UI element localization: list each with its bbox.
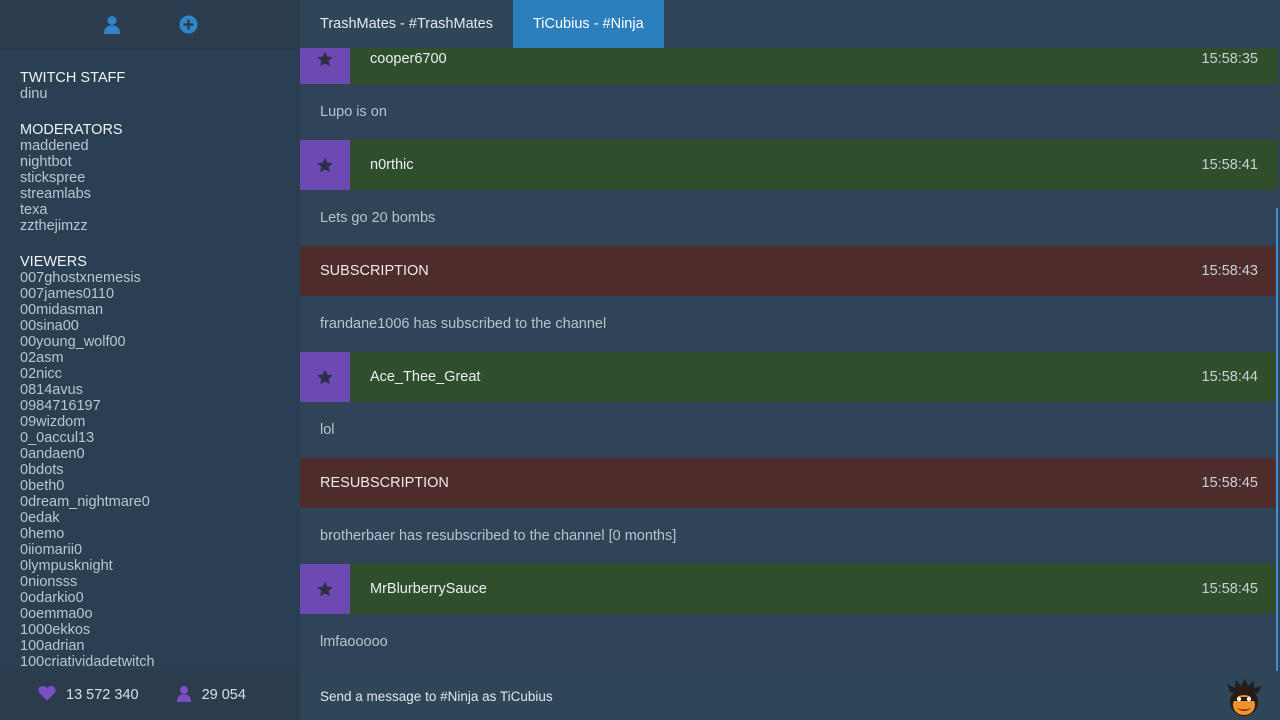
- resubscription-event-header: RESUBSCRIPTION 15:58:45: [300, 458, 1278, 508]
- user-list-item[interactable]: 0dream_nightmare0: [20, 494, 300, 510]
- message-time: 15:58:45: [1201, 581, 1258, 597]
- avatar[interactable]: [1224, 678, 1264, 718]
- user-list-item[interactable]: 0andaen0: [20, 446, 300, 462]
- sidebar-toolbar: [0, 0, 300, 50]
- user-list-item[interactable]: texa: [20, 202, 300, 218]
- message-username[interactable]: Ace_Thee_Great: [370, 369, 1202, 385]
- user-list-item[interactable]: 100adrian: [20, 638, 300, 654]
- message-time: 15:58:35: [1201, 51, 1258, 67]
- chat-message-header: Ace_Thee_Great 15:58:44: [300, 352, 1278, 402]
- tab-ninja[interactable]: TiCubius - #Ninja: [512, 0, 664, 48]
- user-list-item[interactable]: 0beth0: [20, 478, 300, 494]
- star-icon[interactable]: [300, 564, 350, 614]
- message-text: lol: [320, 422, 335, 438]
- user-list-item[interactable]: 00young_wolf00: [20, 334, 300, 350]
- user-list-item[interactable]: 0iiomarii0: [20, 542, 300, 558]
- message-input[interactable]: [320, 688, 1224, 704]
- star-icon[interactable]: [300, 48, 350, 84]
- scrollbar[interactable]: [1276, 208, 1278, 671]
- followers-count: 13 572 340: [66, 687, 139, 703]
- star-icon[interactable]: [300, 140, 350, 190]
- followers-stat: 13 572 340: [38, 685, 139, 705]
- message-username[interactable]: cooper6700: [370, 51, 1202, 67]
- group-title: VIEWERS: [20, 254, 87, 270]
- tab-trashmates[interactable]: TrashMates - #TrashMates: [300, 0, 513, 48]
- chat-message-header: cooper6700 15:58:35: [300, 48, 1278, 84]
- user-list-item[interactable]: 0bdots: [20, 462, 300, 478]
- group-moderators: MODERATORS maddened nightbot stickspree …: [20, 122, 300, 234]
- group-title: MODERATORS: [20, 122, 123, 138]
- group-title: TWITCH STAFF: [20, 70, 126, 86]
- event-title: SUBSCRIPTION: [320, 263, 429, 279]
- user-list-item[interactable]: 00midasman: [20, 302, 300, 318]
- user-icon[interactable]: [102, 15, 121, 34]
- viewers-count: 29 054: [201, 687, 246, 703]
- user-list-item[interactable]: 0hemo: [20, 526, 300, 542]
- message-text: Lets go 20 bombs: [320, 210, 436, 226]
- viewer-icon: [176, 685, 192, 706]
- user-list-item[interactable]: 1000ekkos: [20, 622, 300, 638]
- user-list-item[interactable]: 0oemma0o: [20, 606, 300, 622]
- user-list-item[interactable]: dinu: [20, 86, 300, 102]
- chat-message-header: MrBlurberrySauce 15:58:45: [300, 564, 1278, 614]
- user-list-item[interactable]: nightbot: [20, 154, 300, 170]
- add-circle-icon[interactable]: [179, 15, 198, 34]
- chat-message-header: n0rthic 15:58:41: [300, 140, 1278, 190]
- user-list-item[interactable]: 0edak: [20, 510, 300, 526]
- chat-messages[interactable]: cooper6700 15:58:35 Lupo is on n0rthic 1…: [300, 48, 1278, 671]
- user-list-item[interactable]: 0odarkio0: [20, 590, 300, 606]
- group-viewers: VIEWERS 007ghostxnemesis 007james0110 00…: [20, 254, 300, 670]
- message-time: 15:58:41: [1201, 157, 1258, 173]
- message-text: Lupo is on: [320, 104, 387, 120]
- user-list-item[interactable]: 0_0accul13: [20, 430, 300, 446]
- message-time: 15:58:43: [1201, 263, 1258, 279]
- event-text: frandane1006 has subscribed to the chann…: [320, 316, 607, 332]
- user-list-item[interactable]: zzthejimzz: [20, 218, 300, 234]
- star-icon[interactable]: [300, 352, 350, 402]
- sidebar: TWITCH STAFF dinu MODERATORS maddened ni…: [0, 0, 300, 720]
- user-list-item[interactable]: 100criatividadetwitch: [20, 654, 300, 670]
- user-list-item[interactable]: 00sina00: [20, 318, 300, 334]
- message-time: 15:58:45: [1201, 475, 1258, 491]
- user-list-item[interactable]: 0814avus: [20, 382, 300, 398]
- user-list-item[interactable]: 007ghostxnemesis: [20, 270, 300, 286]
- user-list-item[interactable]: 09wizdom: [20, 414, 300, 430]
- event-title: RESUBSCRIPTION: [320, 475, 449, 491]
- message-username[interactable]: MrBlurberrySauce: [370, 581, 1202, 597]
- subscription-event-header: SUBSCRIPTION 15:58:43: [300, 246, 1278, 296]
- user-list-item[interactable]: 0984716197: [20, 398, 300, 414]
- user-list-item[interactable]: 02asm: [20, 350, 300, 366]
- user-list-item[interactable]: 0nionsss: [20, 574, 300, 590]
- message-bar: [300, 672, 1280, 720]
- heart-icon: [38, 685, 56, 705]
- user-list-item[interactable]: 02nicc: [20, 366, 300, 382]
- message-text: lmfaooooo: [320, 634, 388, 650]
- event-text: brotherbaer has resubscribed to the chan…: [320, 528, 677, 544]
- group-staff: TWITCH STAFF dinu: [20, 70, 300, 102]
- viewers-stat: 29 054: [176, 685, 246, 706]
- message-username[interactable]: n0rthic: [370, 157, 1202, 173]
- user-list-item[interactable]: maddened: [20, 138, 300, 154]
- user-list-item[interactable]: stickspree: [20, 170, 300, 186]
- user-list: TWITCH STAFF dinu MODERATORS maddened ni…: [20, 70, 300, 670]
- channel-stats: 13 572 340 29 054: [0, 670, 300, 720]
- message-time: 15:58:44: [1201, 369, 1258, 385]
- user-list-item[interactable]: 0lympusknight: [20, 558, 300, 574]
- channel-tabs: TrashMates - #TrashMates TiCubius - #Nin…: [300, 0, 1280, 48]
- user-list-item[interactable]: 007james0110: [20, 286, 300, 302]
- user-list-item[interactable]: streamlabs: [20, 186, 300, 202]
